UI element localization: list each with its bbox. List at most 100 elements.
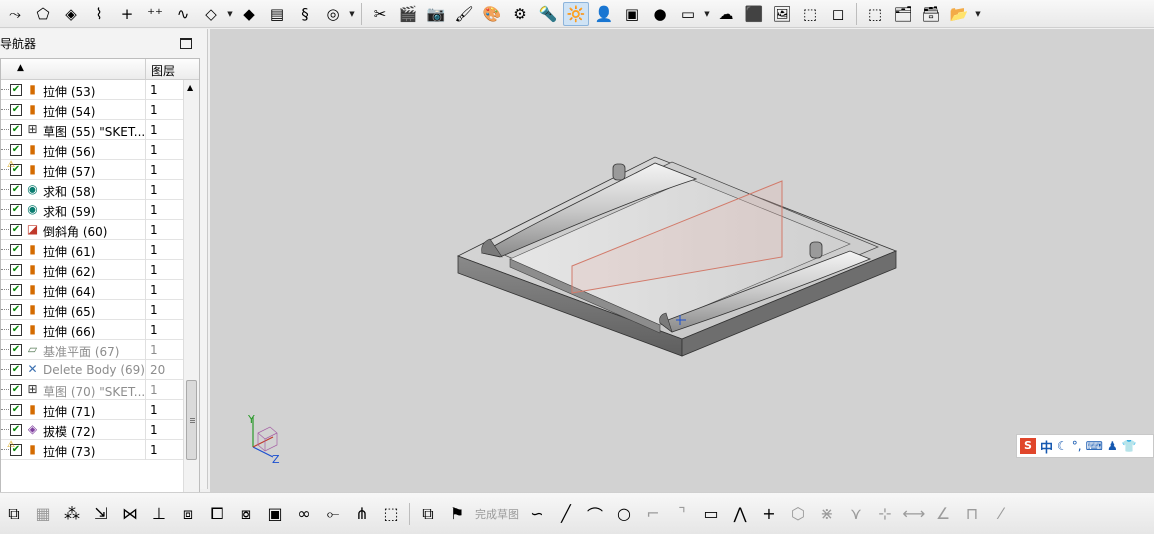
feature-row[interactable]: ✔ ▮ 拉伸 (56) 1 [1,140,183,160]
feature-row[interactable]: ✔ ▮ 拉伸 (71) 1 [1,400,183,420]
point-icon[interactable]: + [114,2,140,26]
feature-row[interactable]: ✔ ▮ 拉伸 (66) 1 [1,320,183,340]
vertical-scrollbar[interactable]: ▲ ▼ [183,80,199,510]
dropdown-arrow-icon[interactable]: ▼ [226,2,234,26]
datum-plane-icon[interactable]: ◇ [198,2,224,26]
window-icon[interactable]: ▭ [675,2,701,26]
polyline-icon[interactable]: ⋀ [726,499,754,529]
finish-flag-icon[interactable]: ⚑ [443,499,471,529]
link-edit-icon[interactable]: ⟜ [319,499,347,529]
cloud-icon[interactable]: ☁ [713,2,739,26]
rectangle-icon[interactable]: ▭ [697,499,725,529]
cylinder-icon[interactable]: ▤ [264,2,290,26]
landscape-icon[interactable]: 🖼 [769,2,795,26]
visibility-checkbox[interactable]: ✔ [10,184,22,196]
feature-row[interactable]: ✔ ✕ Delete Body (69) 20 [1,360,183,380]
layers-icon[interactable]: 🗂 [890,2,916,26]
datum-csys-icon[interactable]: ◆ [236,2,262,26]
sort-ascending-icon[interactable]: ▲ [17,63,24,73]
scene-icon[interactable]: ▣ [619,2,645,26]
column-header-layer[interactable]: 图层 [151,62,175,79]
keyboard-icon[interactable]: ⌨ [1086,439,1103,453]
feature-row[interactable]: ✔ ▮ 拉伸 (73) 1 ⚠ [1,440,183,460]
sketch-on-face-icon[interactable]: ◈ [58,2,84,26]
circle-icon[interactable]: ○ [610,499,638,529]
tools-icon[interactable]: ✂ [367,2,393,26]
dim-angle-icon[interactable]: ∠ [929,499,957,529]
feature-row[interactable]: ✔ ▱ 基准平面 (67) 1 [1,340,183,360]
coil-icon[interactable]: ◎ [320,2,346,26]
visibility-checkbox[interactable]: ✔ [10,84,22,96]
rectangle-sketch-icon[interactable]: ⬠ [30,2,56,26]
visibility-checkbox[interactable]: ✔ [10,204,22,216]
shirt-icon[interactable]: 👕 [1122,439,1137,453]
arc-icon[interactable]: ⌒ [581,499,609,529]
visibility-checkbox[interactable]: ✔ [10,264,22,276]
dropdown-arrow-icon[interactable]: ▼ [348,2,356,26]
spheres-icon[interactable]: ● [647,2,673,26]
feature-row[interactable]: ✔ ▮ 拉伸 (64) 1 [1,280,183,300]
feature-row[interactable]: ✔ ⊞ 草图 (70) "SKET... 1 [1,380,183,400]
finish-sketch-button[interactable]: 完成草图 [472,506,522,522]
mirror-icon[interactable]: ⋈ [116,499,144,529]
visibility-checkbox[interactable]: ✔ [10,384,22,396]
ime-language-toggle[interactable]: 中 [1040,437,1053,456]
visibility-checkbox[interactable]: ✔ [10,304,22,316]
feature-row[interactable]: ✔ ▮ 拉伸 (62) 1 [1,260,183,280]
user-icon[interactable]: 👤 [591,2,617,26]
sketch-task-icon[interactable]: ⧉ [414,499,442,529]
highlight-box-icon[interactable]: 🔆 [563,1,589,26]
blocks-icon[interactable]: ⬚ [377,499,405,529]
settings-gear-icon[interactable]: ⚙ [507,2,533,26]
visibility-checkbox[interactable]: ✔ [10,344,22,356]
layer-settings-icon[interactable]: 📂 [946,2,972,26]
quick-dim-icon[interactable]: ⟷ [900,499,928,529]
feature-row[interactable]: ✔ ▮ 拉伸 (65) 1 [1,300,183,320]
flashlight-icon[interactable]: 🔦 [535,2,561,26]
feature-row[interactable]: ✔ ⊞ 草图 (55) "SKET... 1 [1,120,183,140]
replace-icon[interactable]: ⧇ [232,499,260,529]
chamfer-line-icon[interactable]: ⌝ [668,499,696,529]
column-divider[interactable] [145,59,146,80]
paint-icon[interactable]: 🖌 [451,2,477,26]
feature-row[interactable]: ✔ ◉ 求和 (58) 1 [1,180,183,200]
visibility-checkbox[interactable]: ✔ [10,124,22,136]
point-set-icon[interactable]: ⁺⁺ [142,2,168,26]
visibility-checkbox[interactable]: ✔ [10,404,22,416]
visibility-checkbox[interactable]: ✔ [10,244,22,256]
punctuation-icon[interactable]: °, [1072,439,1082,453]
feature-row[interactable]: ✔ ▮ 拉伸 (54) 1 [1,100,183,120]
colors-icon[interactable]: 🎨 [479,2,505,26]
view-triad[interactable]: Y Z [247,413,280,466]
curve-offset-icon[interactable]: ⌇ [86,2,112,26]
dropdown-arrow-icon[interactable]: ▼ [974,2,982,26]
cube-icon[interactable]: ⬛ [741,2,767,26]
clapper-icon[interactable]: 🎬 [395,2,421,26]
wave-link-icon[interactable]: ⧈ [174,499,202,529]
model-canvas[interactable]: Y Z [210,29,1154,492]
moon-icon[interactable]: ☾ [1057,439,1068,453]
visibility-checkbox[interactable]: ✔ [10,364,22,376]
feature-row[interactable]: ✔ ▮ 拉伸 (61) 1 [1,240,183,260]
fillet-icon[interactable]: ⌐ [639,499,667,529]
spring-icon[interactable]: § [292,2,318,26]
feature-row[interactable]: ✔ ▮ 拉伸 (57) 1 ⚠ [1,160,183,180]
constraint-icon[interactable]: ⊥ [145,499,173,529]
camera-icon[interactable]: 📷 [423,2,449,26]
route-icon[interactable]: ⋔ [348,499,376,529]
profile-arc-icon[interactable]: ∽ [523,499,551,529]
feature-row[interactable]: ✔ ◈ 拔模 (72) 1 [1,420,183,440]
cube-outline-icon[interactable]: ◻ [825,2,851,26]
line-icon[interactable]: ╱ [552,499,580,529]
select-box-icon[interactable]: ⬚ [862,2,888,26]
ime-logo-icon[interactable]: S [1020,438,1036,454]
move-icon[interactable]: ⇲ [87,499,115,529]
chain-icon[interactable]: ∞ [290,499,318,529]
edit-icon[interactable]: ⧉ [0,499,28,529]
package-icon[interactable]: ▣ [261,499,289,529]
vertical-scroll-thumb[interactable] [186,380,197,460]
feature-row[interactable]: ✔ ▮ 拉伸 (53) 1 [1,80,183,100]
person-icon[interactable]: ♟ [1107,439,1118,453]
offset-curve-icon[interactable]: ⬡ [784,499,812,529]
maximize-icon[interactable] [180,38,192,49]
